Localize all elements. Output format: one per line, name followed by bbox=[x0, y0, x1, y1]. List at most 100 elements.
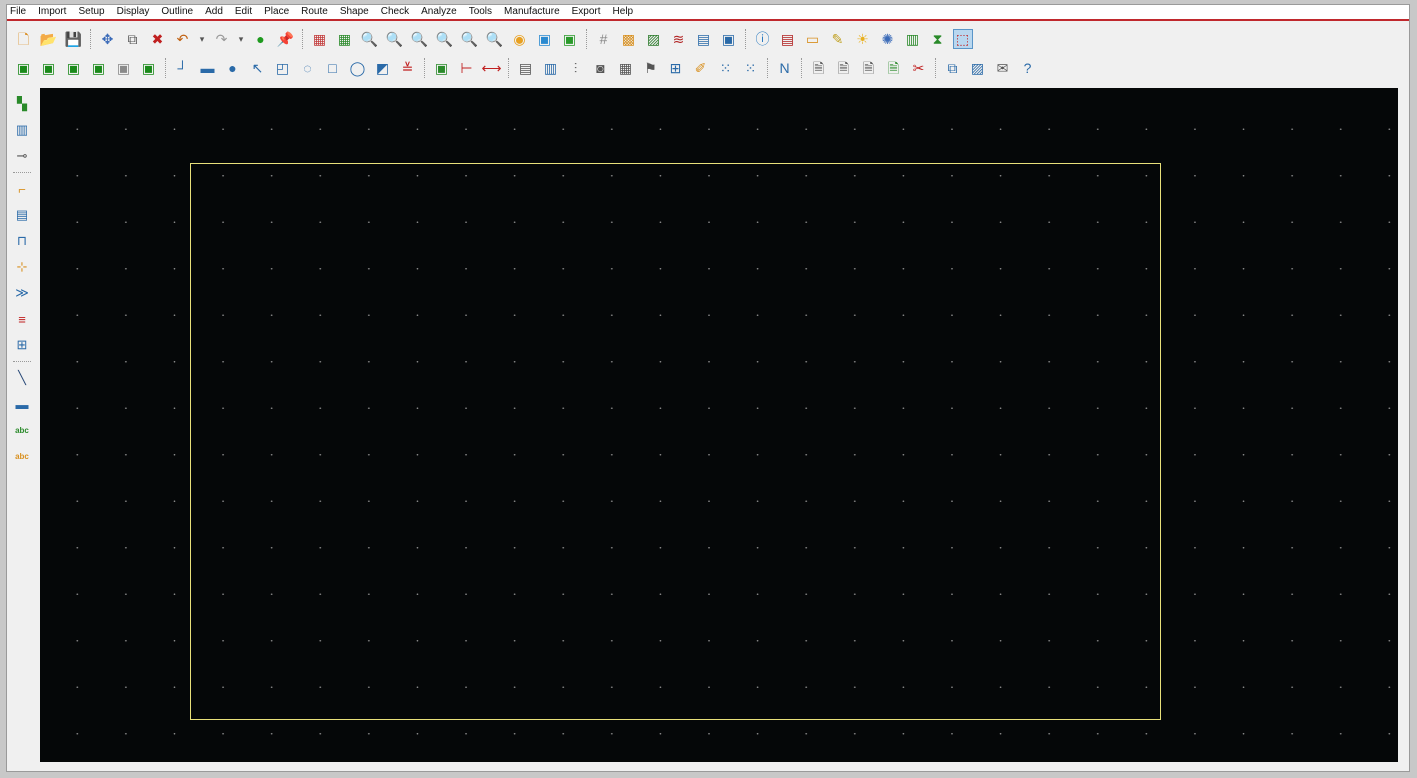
redo-button[interactable]: ↷ bbox=[212, 29, 232, 49]
menu-tools[interactable]: Tools bbox=[463, 5, 498, 19]
shape-merge-button[interactable]: ≚ bbox=[398, 58, 418, 78]
connector-button[interactable]: ⊸ bbox=[12, 145, 32, 167]
route-table-button[interactable]: ▤ bbox=[12, 204, 32, 226]
add-line-button[interactable]: ┘ bbox=[173, 58, 193, 78]
add-arc-button[interactable]: ◌ bbox=[298, 58, 318, 78]
board-bottom-button[interactable]: ▣ bbox=[39, 58, 59, 78]
chip-button[interactable]: ▥ bbox=[12, 119, 32, 141]
board-layer-button[interactable]: ▣ bbox=[64, 58, 84, 78]
signal-button[interactable]: Ν bbox=[775, 58, 795, 78]
menu-help[interactable]: Help bbox=[607, 5, 640, 19]
line-tool-button[interactable]: ╲ bbox=[12, 367, 32, 389]
route-grid-button[interactable]: ⊞ bbox=[12, 334, 32, 356]
netlist-button[interactable]: ▦ bbox=[616, 58, 636, 78]
redo-dropdown-button[interactable]: ▾ bbox=[235, 29, 247, 49]
board-outline-button[interactable]: ▣ bbox=[139, 58, 159, 78]
zoom-out-button[interactable]: 🔍 bbox=[435, 29, 455, 49]
drc-button[interactable]: ▤ bbox=[516, 58, 536, 78]
move-button[interactable]: ✥ bbox=[98, 29, 118, 49]
dimension-button[interactable]: ⊢ bbox=[457, 58, 477, 78]
align-button[interactable]: ▥ bbox=[541, 58, 561, 78]
add-octagon-button[interactable]: ◯ bbox=[348, 58, 368, 78]
dehighlight-button[interactable]: ✺ bbox=[878, 29, 898, 49]
menu-route[interactable]: Route bbox=[295, 5, 334, 19]
board-route-button[interactable]: ▣ bbox=[89, 58, 109, 78]
menu-export[interactable]: Export bbox=[566, 5, 607, 19]
doc-edit-button[interactable]: 🗎 bbox=[859, 58, 879, 78]
menu-setup[interactable]: Setup bbox=[72, 5, 110, 19]
menu-shape[interactable]: Shape bbox=[334, 5, 375, 19]
menu-file[interactable]: File bbox=[9, 5, 32, 19]
select-shape-button[interactable]: ↖ bbox=[248, 58, 268, 78]
tech-layers-button[interactable]: ▤ bbox=[694, 29, 714, 49]
pin-button[interactable]: 📌 bbox=[276, 29, 296, 49]
dots-grid-button[interactable]: ⁙ bbox=[716, 58, 736, 78]
highlight-button[interactable]: ✎ bbox=[828, 29, 848, 49]
comment-button[interactable]: ● bbox=[251, 29, 271, 49]
route-pulse-button[interactable]: ⊓ bbox=[12, 230, 32, 252]
sun-button[interactable]: ☀ bbox=[853, 29, 873, 49]
board-outline[interactable] bbox=[190, 163, 1161, 720]
delete-button[interactable]: ✖ bbox=[148, 29, 168, 49]
select-mode-button[interactable]: ⬚ bbox=[952, 29, 973, 49]
zoom-area-button[interactable]: 🔍 bbox=[360, 29, 380, 49]
menu-manufacture[interactable]: Manufacture bbox=[498, 5, 566, 19]
square-grid-button[interactable]: ⊞ bbox=[666, 58, 686, 78]
matrix-button[interactable]: ⁙ bbox=[741, 58, 761, 78]
scissors-button[interactable]: ✂ bbox=[909, 58, 929, 78]
spread-button[interactable]: ⫶ bbox=[566, 58, 586, 78]
add-circle-button[interactable]: ● bbox=[223, 58, 243, 78]
3d-view-button[interactable]: ▣ bbox=[535, 29, 555, 49]
grid-view-button[interactable]: ▦ bbox=[310, 29, 330, 49]
text-add-button[interactable]: abc bbox=[12, 419, 32, 441]
flip-board-button[interactable]: ▣ bbox=[560, 29, 580, 49]
zoom-fit-button[interactable]: 🔍 bbox=[385, 29, 405, 49]
route-step-button[interactable]: ⌐ bbox=[12, 178, 32, 200]
grid-button[interactable]: # bbox=[594, 29, 614, 49]
route-bus-button[interactable]: ≡ bbox=[12, 308, 32, 330]
dimension-2-button[interactable]: ⟷ bbox=[481, 58, 501, 78]
properties-button[interactable]: ▤ bbox=[778, 29, 798, 49]
color-palette-button[interactable]: ▩ bbox=[619, 29, 639, 49]
camera-button[interactable]: ◙ bbox=[591, 58, 611, 78]
menu-analyze[interactable]: Analyze bbox=[415, 5, 463, 19]
new-file-button[interactable]: 🗋 bbox=[14, 29, 34, 49]
layer-visibility-button[interactable]: ▨ bbox=[644, 29, 664, 49]
board-view-button[interactable]: ▣ bbox=[719, 29, 739, 49]
text-edit-button[interactable]: abc bbox=[12, 445, 32, 467]
add-chamfer-button[interactable]: ◩ bbox=[373, 58, 393, 78]
save-button[interactable]: 💾 bbox=[64, 29, 84, 49]
statistics-button[interactable]: ▥ bbox=[903, 29, 923, 49]
route-bend-button[interactable]: ≫ bbox=[12, 282, 32, 304]
component-button[interactable]: ▚ bbox=[12, 93, 32, 115]
help-button[interactable]: ? bbox=[1018, 58, 1038, 78]
place-component-button[interactable]: ▣ bbox=[432, 58, 452, 78]
route-connect-button[interactable]: ⊹ bbox=[12, 256, 32, 278]
info-button[interactable]: ⓘ bbox=[753, 29, 773, 49]
undo-button[interactable]: ↶ bbox=[173, 29, 193, 49]
menu-display[interactable]: Display bbox=[111, 5, 156, 19]
add-frame-button[interactable]: ◰ bbox=[273, 58, 293, 78]
menu-outline[interactable]: Outline bbox=[155, 5, 199, 19]
pcb-canvas[interactable] bbox=[40, 88, 1398, 762]
menu-edit[interactable]: Edit bbox=[229, 5, 258, 19]
board-top-button[interactable]: ▣ bbox=[14, 58, 34, 78]
add-rectangle-button[interactable]: ▬ bbox=[198, 58, 218, 78]
measure-button[interactable]: ▭ bbox=[803, 29, 823, 49]
zoom-previous-button[interactable]: 🔍 bbox=[460, 29, 480, 49]
menu-add[interactable]: Add bbox=[199, 5, 229, 19]
add-square-button[interactable]: □ bbox=[323, 58, 343, 78]
refresh-button[interactable]: ◉ bbox=[510, 29, 530, 49]
hourglass-button[interactable]: ⧗ bbox=[928, 29, 948, 49]
undo-dropdown-button[interactable]: ▾ bbox=[196, 29, 208, 49]
probe-button[interactable]: ✐ bbox=[691, 58, 711, 78]
mail-button[interactable]: ✉ bbox=[993, 58, 1013, 78]
doc-button[interactable]: 🗎 bbox=[809, 58, 829, 78]
doc-add-button[interactable]: 🗎 bbox=[834, 58, 854, 78]
menu-place[interactable]: Place bbox=[258, 5, 295, 19]
rectangle-tool-button[interactable]: ▬ bbox=[12, 393, 32, 415]
zoom-in-button[interactable]: 🔍 bbox=[410, 29, 430, 49]
board-gray-button[interactable]: ▣ bbox=[114, 58, 134, 78]
menu-check[interactable]: Check bbox=[375, 5, 415, 19]
layers-button[interactable]: ≋ bbox=[669, 29, 689, 49]
